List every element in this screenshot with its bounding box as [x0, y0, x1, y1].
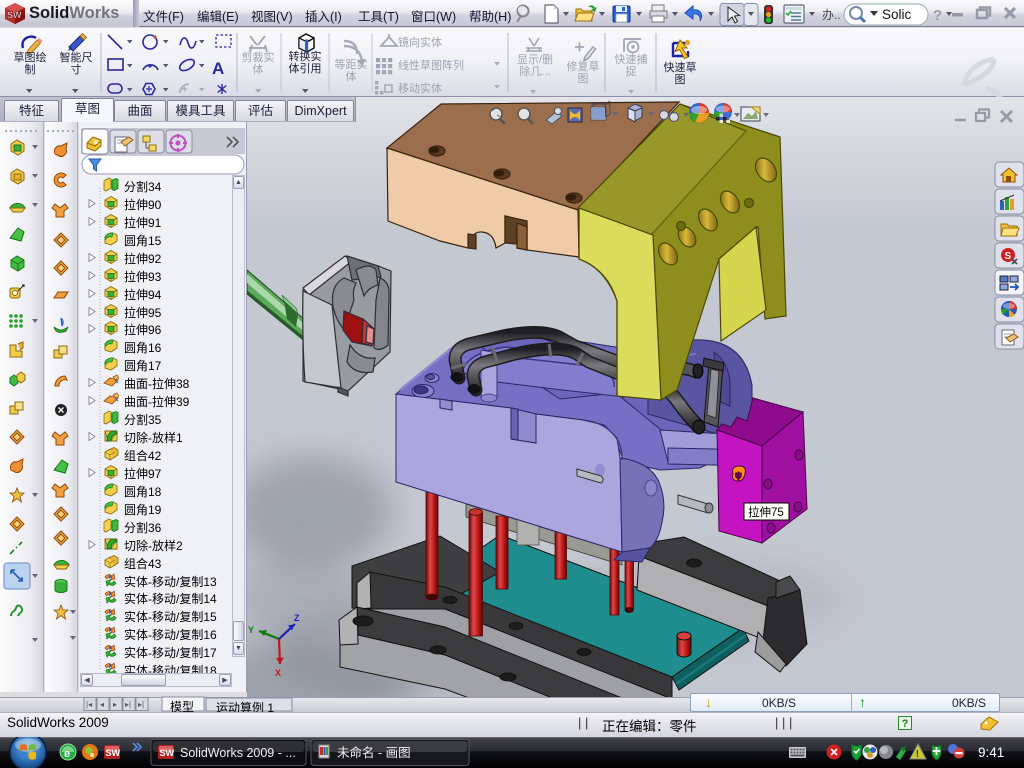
svg-text:!: ! [916, 749, 919, 760]
svg-text:9:41: 9:41 [978, 745, 1004, 760]
svg-text:Z: Z [294, 613, 300, 623]
svg-text:Y: Y [248, 625, 254, 635]
svg-text:SW: SW [7, 10, 22, 20]
svg-text:SW: SW [106, 748, 121, 758]
svg-text:▸|: ▸| [125, 700, 131, 709]
svg-text:|◂: |◂ [86, 700, 92, 709]
svg-text:SW: SW [160, 748, 175, 758]
svg-text:S: S [1005, 251, 1012, 262]
svg-text:▸|: ▸| [138, 700, 144, 709]
svg-text:▸: ▸ [113, 700, 117, 709]
svg-text:?: ? [933, 7, 942, 24]
svg-text:A: A [212, 59, 224, 78]
svg-text:拉伸75: 拉伸75 [748, 505, 784, 519]
svg-text:Solic: Solic [882, 7, 912, 22]
svg-text:SolidWorks 2009 - ...: SolidWorks 2009 - ... [180, 746, 296, 760]
svg-text:办..: 办.. [822, 7, 841, 22]
svg-text:ψ: ψ [735, 470, 742, 480]
svg-text:未命名 - 画图: 未命名 - 画图 [337, 745, 411, 760]
svg-text:◂: ◂ [100, 700, 104, 709]
svg-text:X: X [275, 668, 281, 678]
svg-text:e: e [64, 748, 70, 760]
